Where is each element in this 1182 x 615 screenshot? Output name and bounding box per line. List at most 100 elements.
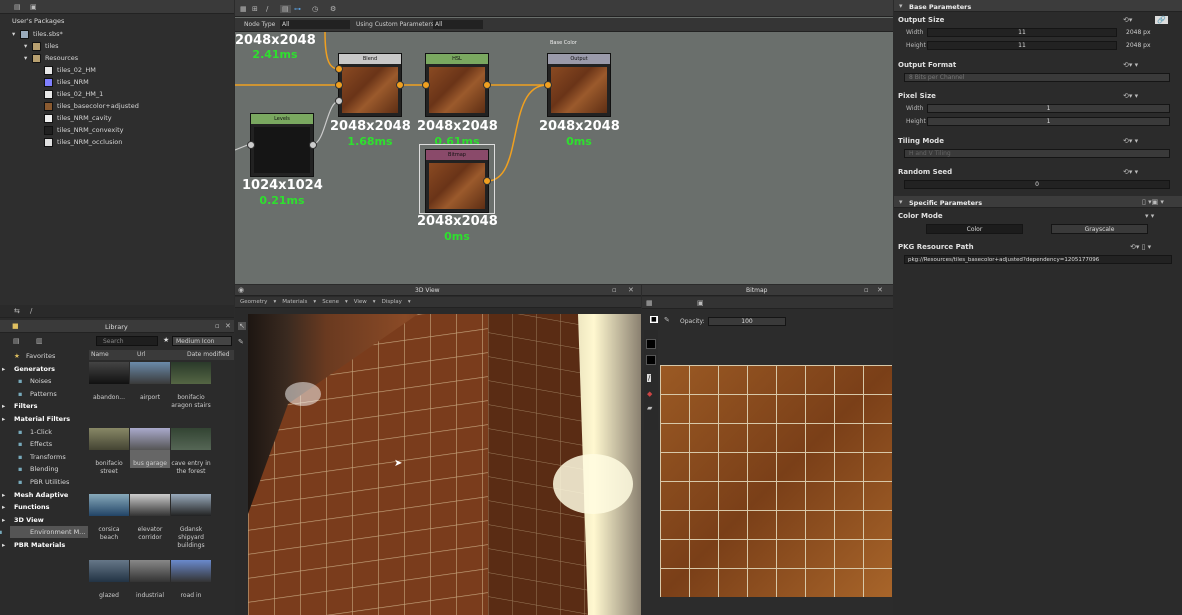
hsl-out-port[interactable]	[483, 81, 491, 89]
library-item[interactable]: cave entry in the forest	[171, 428, 211, 476]
width-field[interactable]: 11	[927, 28, 1117, 37]
opacity-field[interactable]: 100	[708, 317, 786, 326]
bitmap-texture[interactable]	[660, 365, 892, 597]
view3d-menu-item[interactable]: View	[354, 299, 367, 305]
px-width-field[interactable]: 1	[927, 104, 1170, 113]
tree-expand-icon[interactable]: ▾	[24, 54, 32, 62]
library-category[interactable]: ▪ Effects	[18, 438, 52, 450]
library-category[interactable]: ▪ PBR Utilities	[18, 476, 69, 488]
eraser-icon[interactable]: ▰	[647, 404, 652, 412]
px-height-field[interactable]: 1	[927, 117, 1170, 126]
view3d-menu-item[interactable]: Scene	[322, 299, 339, 305]
package-tree-item[interactable]: ▾ Resources	[24, 52, 78, 64]
node-bitmap[interactable]: Bitmap	[425, 149, 489, 213]
col-date[interactable]: Date modified	[185, 350, 234, 360]
library-search[interactable]: Search	[96, 336, 158, 346]
pen-tool-icon[interactable]: ✎	[238, 338, 244, 346]
node-blend[interactable]: Blend	[338, 53, 402, 117]
library-category[interactable]: ▸ Generators	[2, 363, 55, 375]
graph-tool-icon-5[interactable]: ⊶	[294, 5, 301, 13]
bitmap-grid-icon[interactable]: ▦	[646, 299, 653, 307]
lib-filter-icon[interactable]: ▤	[13, 337, 20, 345]
view3d-float-icon[interactable]: ▫	[612, 286, 617, 294]
node-hsl[interactable]: HSL	[425, 53, 489, 117]
output-in-port[interactable]	[544, 81, 552, 89]
specific-collapse-icon[interactable]: ▾	[899, 198, 903, 206]
pin-icon[interactable]: /	[30, 307, 32, 315]
library-item[interactable]: industrial	[130, 560, 170, 600]
bitmap-close-icon[interactable]: ✕	[877, 286, 883, 294]
color-mode-menu-icon[interactable]: ▾ ▾	[1145, 212, 1154, 220]
pkg-path-field[interactable]: pkg://Resources/tiles_basecolor+adjusted…	[904, 255, 1172, 264]
eyedropper-icon[interactable]: /	[647, 374, 652, 382]
levels-out-port[interactable]	[309, 141, 317, 149]
library-item[interactable]: glazed	[89, 560, 129, 600]
select-tool-icon[interactable]: ↖	[238, 322, 246, 330]
tree-expand-icon[interactable]: ▾	[12, 30, 20, 38]
color-button[interactable]: Color	[926, 224, 1023, 234]
graph-tool-icon-1[interactable]: ▦	[240, 5, 247, 13]
star-icon[interactable]: ★	[163, 336, 169, 344]
open-package-icon[interactable]: ▣	[30, 3, 37, 11]
library-item[interactable]: road in	[171, 560, 211, 600]
library-category[interactable]: ★ Favorites	[14, 350, 55, 362]
library-close-icon[interactable]: ✕	[225, 322, 231, 330]
package-tree-item[interactable]: tiles_02_HM	[36, 64, 96, 76]
specific-params-icons[interactable]: ▯ ▾▣ ▾	[1142, 198, 1164, 206]
random-seed-field[interactable]: 0	[904, 180, 1170, 189]
bitmap-pencil-icon[interactable]: ✎	[664, 316, 670, 324]
view3d-close-icon[interactable]: ✕	[628, 286, 634, 294]
library-search-input[interactable]: Search	[103, 338, 124, 345]
lib-add-icon[interactable]: ▥	[36, 337, 43, 345]
fill-icon[interactable]: ◆	[647, 390, 652, 398]
library-item[interactable]: airport	[130, 362, 170, 402]
blend-in-port-3[interactable]	[335, 97, 343, 105]
timer-icon[interactable]: ◷	[312, 5, 318, 13]
pixel-size-menu-icon[interactable]: ⟲▾ ▾	[1123, 92, 1138, 100]
output-size-menu-icon[interactable]: ⟲▾	[1123, 16, 1132, 24]
tiling-mode-select[interactable]: H and V Tiling	[904, 149, 1170, 158]
blend-out-port[interactable]	[396, 81, 404, 89]
tiling-mode-menu-icon[interactable]: ⟲▾ ▾	[1123, 137, 1138, 145]
color-swatch-black[interactable]	[646, 339, 656, 349]
pkg-path-menu-icon[interactable]: ⟲▾ ▯ ▾	[1130, 243, 1151, 251]
package-tree-item[interactable]: tiles_NRM	[36, 76, 89, 88]
library-category[interactable]: ▪ Transforms	[18, 451, 66, 463]
bitmap-float-icon[interactable]: ▫	[864, 286, 869, 294]
color-swatch-black-2[interactable]	[646, 355, 656, 365]
custom-params-select[interactable]: All	[433, 20, 483, 29]
library-item[interactable]: bus garage	[130, 428, 170, 468]
library-category[interactable]: ▸ PBR Materials	[2, 539, 65, 551]
package-tree-item[interactable]: tiles_NRM_occlusion	[36, 136, 122, 148]
view3d-menu-item[interactable]: Materials	[282, 299, 307, 305]
library-item[interactable]: Gdansk shipyard buildings	[171, 494, 211, 550]
node-levels[interactable]: Levels	[250, 113, 314, 177]
collapse-icon[interactable]: ▾	[899, 2, 903, 10]
package-tree-item[interactable]: tiles_basecolor+adjusted	[36, 100, 139, 112]
hsl-in-port[interactable]	[422, 81, 430, 89]
node-type-select[interactable]: All	[280, 20, 350, 29]
view3d-menu-item[interactable]: Geometry	[240, 299, 267, 305]
output-format-menu-icon[interactable]: ⟲▾ ▾	[1123, 61, 1138, 69]
library-category[interactable]: ▪ Noises	[18, 375, 51, 387]
blend-in-port-1[interactable]	[335, 65, 343, 73]
library-category[interactable]: ▪ Blending	[18, 463, 59, 475]
height-field[interactable]: 11	[927, 41, 1117, 50]
col-name[interactable]: Name	[89, 350, 135, 360]
bitmap-out-port[interactable]	[483, 177, 491, 185]
library-item[interactable]: corsica beach	[89, 494, 129, 542]
library-category[interactable]: ▸ Functions	[2, 501, 50, 513]
package-tree-item[interactable]: ▾ tiles	[24, 40, 59, 52]
library-item[interactable]: bonifacio street	[89, 428, 129, 476]
graph-tool-icon-3[interactable]: /	[266, 5, 268, 13]
output-format-select[interactable]: 8 Bits per Channel	[904, 73, 1170, 82]
package-tree-item[interactable]: tiles_02_HM_1	[36, 88, 103, 100]
library-view-mode[interactable]: Medium Icon	[172, 336, 232, 346]
col-url[interactable]: Url	[135, 350, 185, 360]
library-category[interactable]: ▸ Mesh Adaptive	[2, 489, 68, 501]
library-category[interactable]: ▸ 3D View	[2, 514, 44, 526]
library-category[interactable]: ▪ Patterns	[18, 388, 57, 400]
new-package-icon[interactable]: ▤	[14, 3, 21, 11]
library-item[interactable]: bonifacio aragon stairs	[171, 362, 211, 410]
bitmap-export-icon[interactable]: ▣	[697, 299, 704, 307]
